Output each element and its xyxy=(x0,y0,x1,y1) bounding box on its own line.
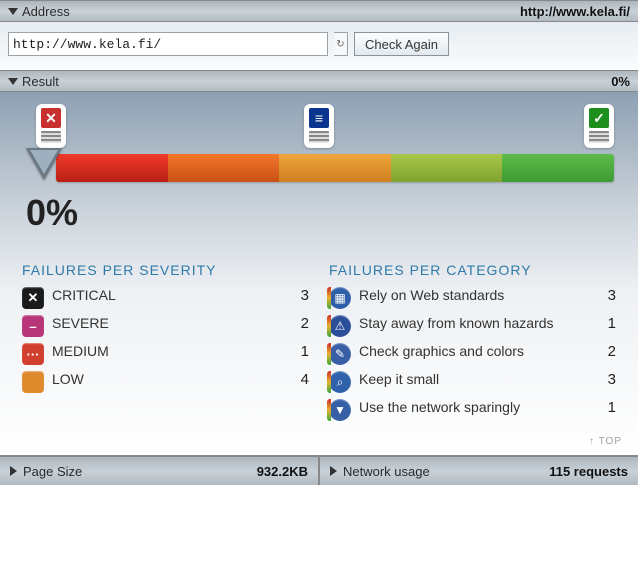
category-row[interactable]: ✎ Check graphics and colors 2 xyxy=(329,340,616,368)
severity-heading: FAILURES PER SEVERITY xyxy=(22,262,309,278)
score-marker-icon xyxy=(26,148,62,180)
category-count: 2 xyxy=(596,343,616,360)
category-hazards-icon: ⚠ xyxy=(329,315,351,337)
category-label: Rely on Web standards xyxy=(359,287,588,305)
severity-label: LOW xyxy=(52,371,281,389)
collapse-icon xyxy=(8,8,18,15)
input-end-icon: ↻ xyxy=(334,32,348,56)
phone-fail-icon: ✕ xyxy=(36,104,66,148)
page-size-value: 932.2KB xyxy=(257,464,308,479)
big-percent: 0% xyxy=(26,192,622,234)
category-count: 3 xyxy=(596,371,616,388)
phone-pass-icon: ✓ xyxy=(584,104,614,148)
phone-pass-glyph: ✓ xyxy=(589,108,609,128)
severity-medium-icon: ··· xyxy=(22,343,44,365)
category-row[interactable]: ⚠ Stay away from known hazards 1 xyxy=(329,312,616,340)
severity-label: CRITICAL xyxy=(52,287,281,305)
severity-count: 2 xyxy=(289,315,309,332)
collapse-icon xyxy=(8,78,18,85)
category-row[interactable]: ▦ Rely on Web standards 3 xyxy=(329,284,616,312)
expand-icon xyxy=(330,466,337,476)
category-heading: FAILURES PER CATEGORY xyxy=(329,262,616,278)
result-percent: 0% xyxy=(611,74,630,89)
category-label: Keep it small xyxy=(359,371,588,389)
bar-segment xyxy=(168,154,280,182)
network-value: 115 requests xyxy=(549,464,628,479)
category-count: 1 xyxy=(596,399,616,416)
severity-count: 4 xyxy=(289,371,309,388)
bar-segment xyxy=(391,154,503,182)
severity-critical-icon: ✕ xyxy=(22,287,44,309)
category-small-icon: ⌕ xyxy=(329,371,351,393)
category-row[interactable]: ⌕ Keep it small 3 xyxy=(329,368,616,396)
result-body: ✕ ≡ ✓ 0% FAILURES PER SEVERITY ✕ CRITICA… xyxy=(0,92,638,455)
phone-fail-glyph: ✕ xyxy=(41,108,61,128)
severity-row[interactable]: ··· MEDIUM 1 xyxy=(22,340,309,368)
category-label: Stay away from known hazards xyxy=(359,315,588,333)
address-display-url: http://www.kela.fi/ xyxy=(520,4,630,19)
phone-keypad-icon xyxy=(589,131,609,143)
network-label: Network usage xyxy=(343,464,430,479)
category-standards-icon: ▦ xyxy=(329,287,351,309)
bar-segment xyxy=(502,154,614,182)
severity-column: FAILURES PER SEVERITY ✕ CRITICAL 3 – SEV… xyxy=(22,262,309,424)
bar-segment xyxy=(279,154,391,182)
network-usage-panel[interactable]: Network usage 115 requests xyxy=(318,457,638,485)
category-graphics-icon: ✎ xyxy=(329,343,351,365)
severity-severe-icon: – xyxy=(22,315,44,337)
category-row[interactable]: ▼ Use the network sparingly 1 xyxy=(329,396,616,424)
url-input[interactable] xyxy=(8,32,328,56)
address-body: ↻ Check Again xyxy=(0,22,638,70)
severity-low-icon xyxy=(22,371,44,393)
address-header[interactable]: Address http://www.kela.fi/ xyxy=(0,0,638,22)
severity-count: 1 xyxy=(289,343,309,360)
severity-row[interactable]: ✕ CRITICAL 3 xyxy=(22,284,309,312)
phone-scale: ✕ ≡ ✓ xyxy=(24,104,614,154)
phone-mid-glyph: ≡ xyxy=(309,108,329,128)
severity-count: 3 xyxy=(289,287,309,304)
result-header[interactable]: Result 0% xyxy=(0,70,638,92)
severity-row[interactable]: LOW 4 xyxy=(22,368,309,396)
severity-label: MEDIUM xyxy=(52,343,281,361)
top-link[interactable]: ↑ TOP xyxy=(16,436,622,447)
category-count: 1 xyxy=(596,315,616,332)
page-size-panel[interactable]: Page Size 932.2KB xyxy=(0,457,318,485)
address-title: Address xyxy=(22,4,70,19)
bar-segment xyxy=(56,154,168,182)
category-label: Check graphics and colors xyxy=(359,343,588,361)
footer: Page Size 932.2KB Network usage 115 requ… xyxy=(0,455,638,485)
severity-label: SEVERE xyxy=(52,315,281,333)
severity-row[interactable]: – SEVERE 2 xyxy=(22,312,309,340)
result-title: Result xyxy=(22,74,59,89)
category-count: 3 xyxy=(596,287,616,304)
phone-keypad-icon xyxy=(309,131,329,143)
category-label: Use the network sparingly xyxy=(359,399,588,417)
page-size-label: Page Size xyxy=(23,464,82,479)
phone-keypad-icon xyxy=(41,131,61,143)
score-bar xyxy=(26,154,614,186)
check-again-button[interactable]: Check Again xyxy=(354,32,449,56)
category-network-icon: ▼ xyxy=(329,399,351,421)
expand-icon xyxy=(10,466,17,476)
phone-mid-icon: ≡ xyxy=(304,104,334,148)
category-column: FAILURES PER CATEGORY ▦ Rely on Web stan… xyxy=(329,262,616,424)
